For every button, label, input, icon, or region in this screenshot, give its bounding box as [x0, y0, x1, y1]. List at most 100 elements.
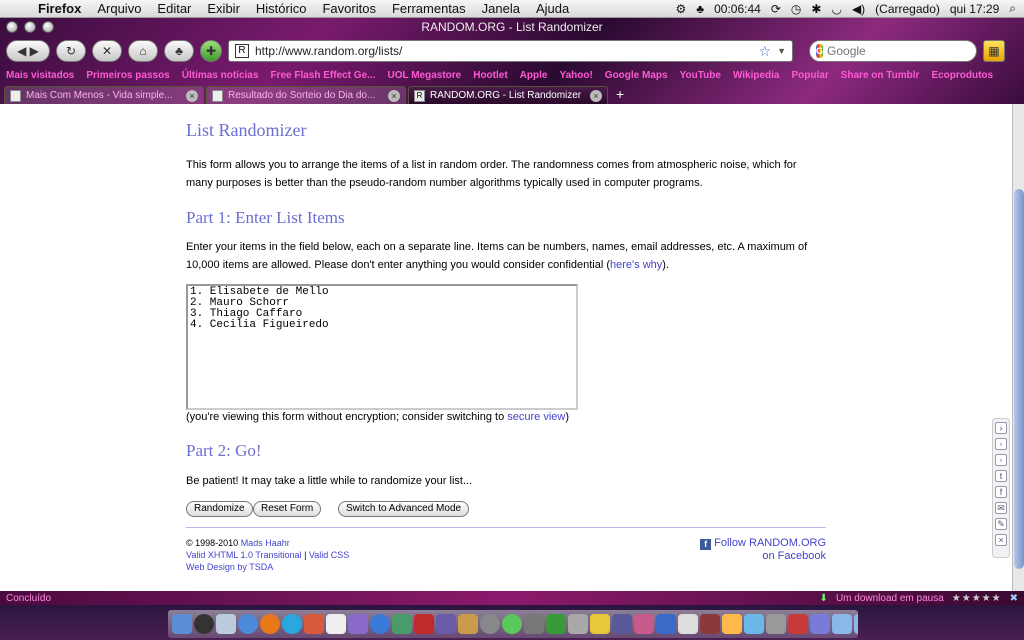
menu-arquivo[interactable]: Arquivo [89, 1, 149, 16]
menu-janela[interactable]: Janela [474, 1, 528, 16]
bookmark-hootlet[interactable]: Hootlet [473, 70, 507, 81]
menu-app-firefox[interactable]: Firefox [30, 1, 89, 16]
menu-ferramentas[interactable]: Ferramentas [384, 1, 474, 16]
randomize-button[interactable]: Randomize [186, 501, 253, 517]
facebook-share-icon[interactable]: f [995, 486, 1007, 498]
search-bar[interactable]: G ⌕ [809, 40, 993, 62]
bookmark-free-flash-effect[interactable]: Free Flash Effect Ge... [270, 70, 375, 81]
valid-css-link[interactable]: Valid CSS [309, 550, 349, 560]
tab-close-icon[interactable]: × [186, 89, 198, 102]
mads-haahr-link[interactable]: Mads Haahr [241, 538, 290, 548]
itunes-icon[interactable] [370, 614, 390, 634]
url-bar[interactable]: R ☆ ▼ [228, 40, 793, 62]
facebook-line1[interactable]: Follow RANDOM.ORG [714, 537, 826, 549]
ical-icon[interactable] [326, 614, 346, 634]
download-icon[interactable]: ⬇ [820, 593, 828, 604]
evernote-toolbar-button[interactable]: ♣ [164, 40, 194, 62]
dock-app-icon-5[interactable] [634, 614, 654, 634]
reload-button[interactable]: ↻ [56, 40, 86, 62]
dock-folder-icon-2[interactable] [854, 614, 858, 634]
bookmark-ecoprodutos[interactable]: Ecoprodutos [931, 70, 993, 81]
heres-why-link[interactable]: here's why [610, 259, 662, 271]
url-input[interactable] [255, 44, 753, 58]
garageband-icon[interactable] [458, 614, 478, 634]
skype-icon[interactable] [282, 614, 302, 634]
sync-icon[interactable]: ⟳ [771, 2, 781, 16]
bookmark-star-icon[interactable]: ☆ [759, 43, 772, 60]
bookmark-youtube[interactable]: YouTube [680, 70, 721, 81]
photos-icon[interactable] [304, 614, 324, 634]
menu-favoritos[interactable]: Favoritos [314, 1, 383, 16]
dock-app-icon-9[interactable] [722, 614, 742, 634]
evernote-icon[interactable]: ♣ [696, 2, 704, 16]
dock-app-icon-7[interactable] [678, 614, 698, 634]
advanced-mode-button[interactable]: Switch to Advanced Mode [338, 501, 470, 517]
photo-booth-icon[interactable] [414, 614, 434, 634]
safari-icon[interactable] [238, 614, 258, 634]
rating-stars-icon[interactable]: ★★★★★ [952, 593, 1002, 604]
email-icon[interactable]: ✉ [995, 502, 1007, 514]
firefox-icon[interactable] [260, 614, 280, 634]
secure-view-link[interactable]: secure view [507, 411, 565, 423]
close-sidebar-icon[interactable]: × [995, 534, 1007, 546]
imovie-icon[interactable] [436, 614, 456, 634]
tab-random-org[interactable]: R RANDOM.ORG - List Randomizer × [408, 86, 608, 104]
finder-icon[interactable] [172, 614, 192, 634]
url-dropdown-icon[interactable]: ▼ [777, 46, 786, 56]
valid-xhtml-link[interactable]: Valid XHTML 1.0 Transitional [186, 550, 302, 560]
expand-sidebar-icon[interactable]: › [995, 422, 1007, 434]
download-status[interactable]: Um download em pausa [836, 593, 944, 604]
dock-app-icon-1[interactable] [546, 614, 566, 634]
menu-exibir[interactable]: Exibir [199, 1, 248, 16]
list-items-textarea[interactable] [186, 284, 578, 410]
bookmark-ultimas-noticias[interactable]: Últimas notícias [182, 70, 259, 81]
status-addon-icon[interactable]: ✖ [1010, 593, 1018, 604]
dock-app-icon-4[interactable] [612, 614, 632, 634]
page-scrollbar[interactable] [1012, 104, 1024, 591]
bookmark-share-on-tumblr[interactable]: Share on Tumblr [841, 70, 920, 81]
preview-icon[interactable] [348, 614, 368, 634]
addon-toolbar-button[interactable]: ✚ [200, 40, 222, 62]
battery-status[interactable]: (Carregado) [875, 2, 940, 16]
scrollbar-thumb[interactable] [1014, 189, 1024, 569]
dock-app-icon-12[interactable] [788, 614, 808, 634]
extension-icon[interactable]: ▦ [983, 40, 1005, 62]
bookmark-google-maps[interactable]: Google Maps [605, 70, 668, 81]
tab-mais-com-menos[interactable]: Mais Com Menos - Vida simple... × [4, 86, 204, 104]
time-machine-icon[interactable]: ◷ [791, 2, 801, 16]
twitter-icon[interactable]: t [995, 470, 1007, 482]
spotlight-icon[interactable]: ⌕ [1009, 1, 1016, 16]
volume-icon[interactable]: ◀) [852, 2, 865, 16]
share-icon-2[interactable]: ◦ [995, 454, 1007, 466]
tab-close-icon[interactable]: × [388, 89, 400, 102]
tab-close-icon[interactable]: × [590, 89, 602, 102]
dashboard-icon[interactable] [194, 614, 214, 634]
bookmark-yahoo[interactable]: Yahoo! [559, 70, 592, 81]
timer-readout[interactable]: 00:06:44 [714, 2, 761, 16]
dock-folder-icon-1[interactable] [832, 614, 852, 634]
pencil-icon[interactable]: ✎ [995, 518, 1007, 530]
search-input[interactable] [827, 44, 983, 58]
dock-app-icon-10[interactable] [744, 614, 764, 634]
menu-historico[interactable]: Histórico [248, 1, 315, 16]
bookmark-mais-visitados[interactable]: Mais visitados [6, 70, 74, 81]
facebook-follow[interactable]: f Follow RANDOM.ORG on Facebook [700, 537, 826, 563]
dock-app-icon-2[interactable] [568, 614, 588, 634]
status-gear-icon[interactable]: ⚙ [675, 2, 686, 16]
dock-app-icon-13[interactable] [810, 614, 830, 634]
google-engine-icon[interactable]: G [816, 44, 824, 58]
share-icon-1[interactable]: ◦ [995, 438, 1007, 450]
iphoto-icon[interactable] [392, 614, 412, 634]
messenger-icon[interactable] [502, 614, 522, 634]
wifi-icon[interactable]: ◡ [831, 2, 841, 16]
bookmark-uol-megastore[interactable]: UOL Megastore [387, 70, 461, 81]
utility-icon[interactable] [524, 614, 544, 634]
reset-form-button[interactable]: Reset Form [253, 501, 322, 517]
bookmark-primeiros-passos[interactable]: Primeiros passos [86, 70, 169, 81]
back-forward-button[interactable]: ◀ ▶ [6, 40, 50, 62]
bookmark-apple[interactable]: Apple [520, 70, 548, 81]
bookmark-popular[interactable]: Popular [791, 70, 828, 81]
web-design-link[interactable]: Web Design by TSDA [186, 562, 273, 572]
bookmark-wikipedia[interactable]: Wikipedia [733, 70, 780, 81]
menubar-clock[interactable]: qui 17:29 [950, 2, 999, 16]
